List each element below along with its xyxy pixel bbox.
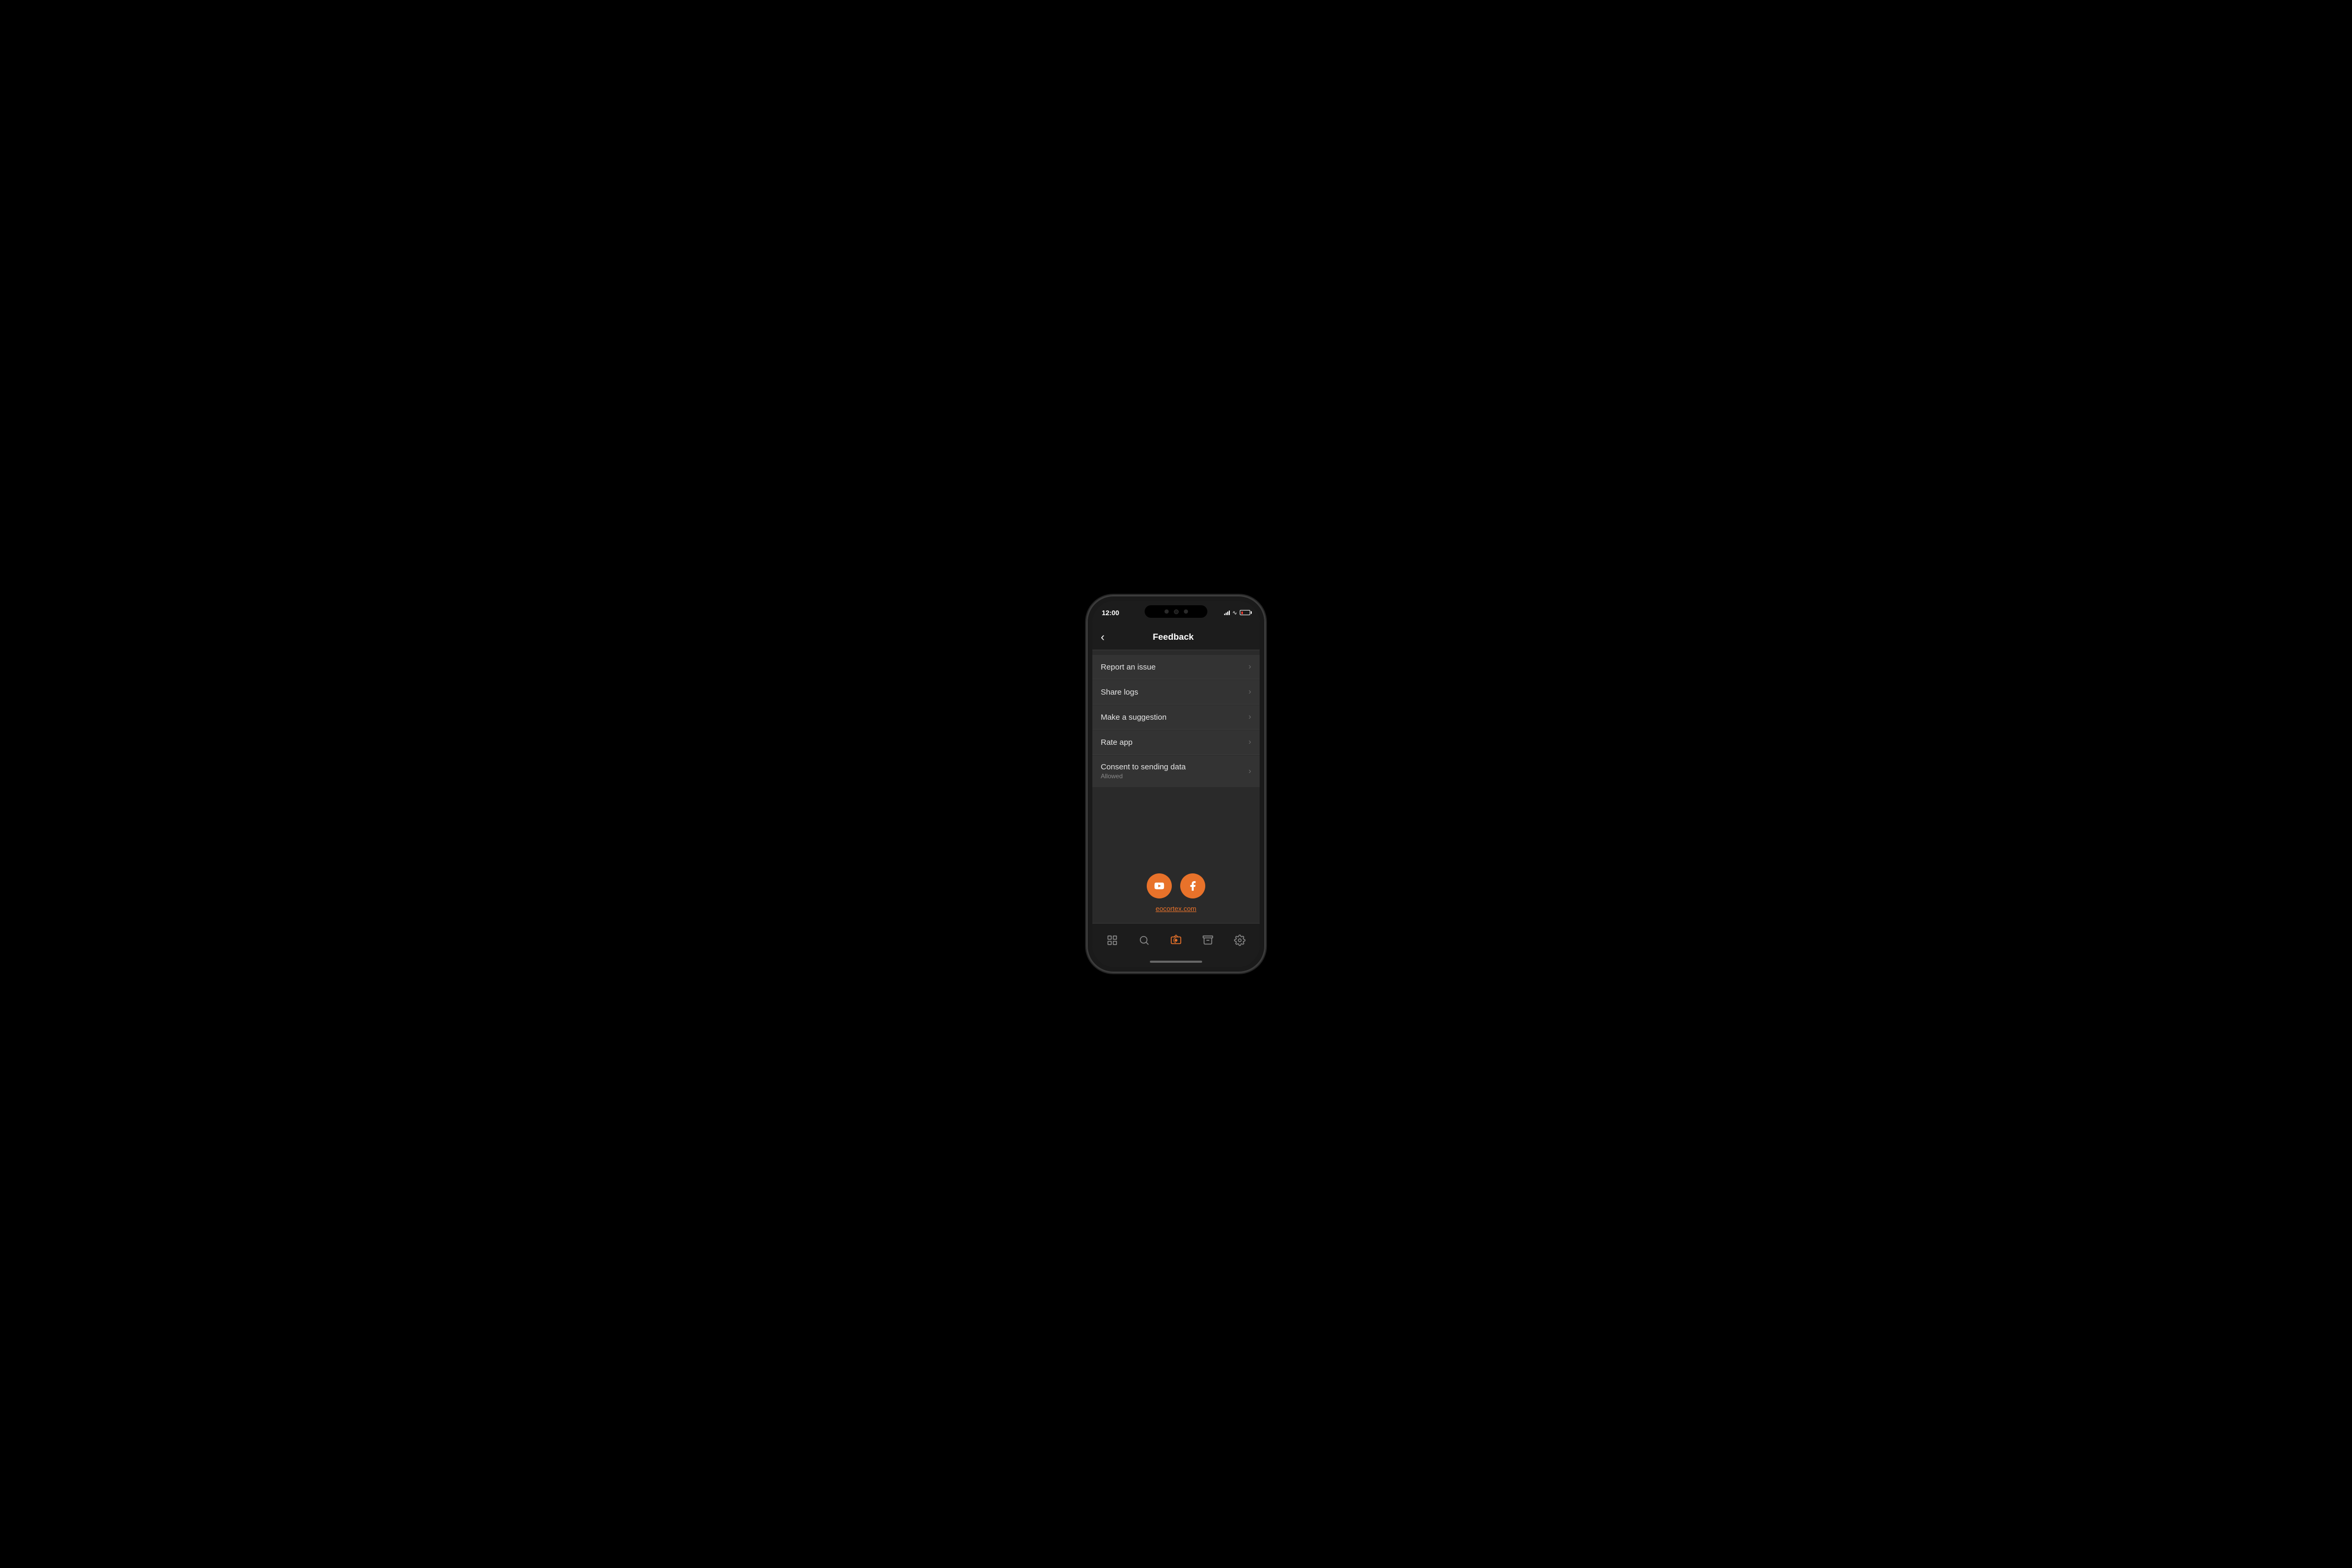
notch-dot-left <box>1165 609 1169 614</box>
nav-bar: ‹ Feedback <box>1092 624 1260 650</box>
status-icons: ∿ <box>1224 609 1250 616</box>
youtube-icon <box>1154 880 1165 892</box>
share-logs-label: Share logs <box>1101 688 1138 697</box>
chevron-icon: › <box>1249 712 1251 722</box>
bottom-nav-grid[interactable] <box>1100 930 1124 950</box>
menu-item-make-suggestion[interactable]: Make a suggestion › <box>1092 705 1260 730</box>
menu-list: Report an issue › Share logs › Make a su… <box>1092 650 1260 792</box>
home-bar <box>1150 961 1202 963</box>
chevron-icon: › <box>1249 687 1251 697</box>
website-link[interactable]: eocortex.com <box>1156 905 1196 913</box>
back-button[interactable]: ‹ <box>1101 630 1104 644</box>
content-area: Report an issue › Share logs › Make a su… <box>1092 650 1260 923</box>
facebook-icon <box>1187 880 1198 892</box>
grid-icon <box>1106 935 1118 946</box>
chevron-icon: › <box>1249 737 1251 747</box>
bottom-nav-live[interactable] <box>1163 930 1189 950</box>
bottom-nav-search[interactable] <box>1132 930 1156 950</box>
status-time: 12:00 <box>1102 609 1119 617</box>
chevron-icon: › <box>1249 767 1251 776</box>
menu-item-consent-sending[interactable]: Consent to sending data Allowed › <box>1092 755 1260 787</box>
menu-item-rate-app[interactable]: Rate app › <box>1092 730 1260 755</box>
rate-app-label: Rate app <box>1101 738 1133 747</box>
menu-item-report-issue[interactable]: Report an issue › <box>1092 655 1260 679</box>
page-title: Feedback <box>1111 632 1236 642</box>
battery-icon <box>1240 610 1250 615</box>
tv-icon <box>1170 935 1182 946</box>
facebook-button[interactable] <box>1180 873 1205 898</box>
bottom-nav-settings[interactable] <box>1228 930 1252 950</box>
wifi-icon: ∿ <box>1232 609 1237 616</box>
status-bar: 12:00 ∿ <box>1092 601 1260 624</box>
phone-device: 12:00 ∿ ‹ Feedback <box>1087 596 1265 972</box>
youtube-button[interactable] <box>1147 873 1172 898</box>
bottom-nav <box>1092 923 1260 956</box>
bottom-nav-archive[interactable] <box>1196 930 1220 950</box>
menu-item-share-logs[interactable]: Share logs › <box>1092 680 1260 705</box>
archive-icon <box>1202 935 1214 946</box>
consent-sending-sublabel: Allowed <box>1101 773 1186 780</box>
social-buttons <box>1147 873 1205 898</box>
home-indicator <box>1092 956 1260 967</box>
battery-fill <box>1241 612 1243 614</box>
search-icon <box>1138 935 1150 946</box>
phone-screen: 12:00 ∿ ‹ Feedback <box>1092 601 1260 967</box>
notch <box>1145 605 1207 618</box>
settings-icon <box>1234 935 1246 946</box>
chevron-icon: › <box>1249 662 1251 672</box>
social-section: eocortex.com <box>1092 792 1260 923</box>
notch-dot-right <box>1184 609 1188 614</box>
signal-icon <box>1224 610 1230 615</box>
notch-camera <box>1174 609 1179 614</box>
consent-sending-label: Consent to sending data <box>1101 763 1186 771</box>
make-suggestion-label: Make a suggestion <box>1101 713 1167 722</box>
report-issue-label: Report an issue <box>1101 663 1156 672</box>
